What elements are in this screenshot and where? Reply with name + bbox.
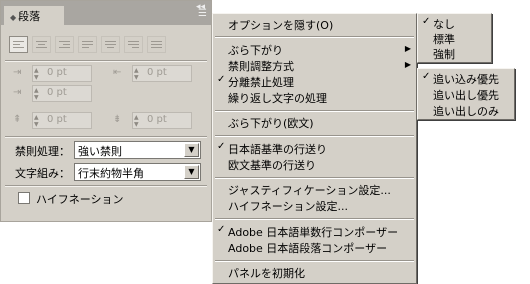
mojikumi-label: 文字組み： [15, 167, 70, 180]
check-icon: ✓ [217, 74, 226, 85]
menu-separator [215, 218, 414, 220]
space-before-value: 0 pt [47, 114, 67, 125]
right-indent-field[interactable]: ⇤ ▲ ▼ 0 pt [113, 65, 192, 82]
submenu-arrow-icon: ▶ [404, 44, 411, 53]
spinner-arrows-icon[interactable]: ▲ ▼ [34, 67, 39, 81]
mojikumi-value: 行末約物半角 [78, 167, 144, 180]
menu-item-kinsoku-method[interactable]: 禁則調整方式 ▶ [213, 57, 416, 74]
menu-item-roman-leading[interactable]: 欧文基準の行送り [213, 156, 416, 173]
justify-left-button[interactable] [78, 36, 97, 53]
panel-divider [5, 136, 207, 138]
check-icon: ✓ [217, 141, 226, 152]
justify-center-button[interactable] [101, 36, 120, 53]
space-before-field[interactable]: ⇞ ▲ ▼ 0 pt [13, 112, 92, 129]
composition-value: 強い禁則 [78, 145, 122, 158]
menu-item-oidashi-only[interactable]: 追い出しのみ [418, 102, 514, 119]
left-indent-field[interactable]: ⇥ ▲ ▼ 0 pt [13, 65, 92, 82]
menu-item-roman-hanging[interactable]: ぶら下がり(欧文) [213, 114, 416, 131]
panel-menu-icon[interactable]: ☰ [198, 8, 207, 19]
menu-item-repeat-char[interactable]: 繰り返し文字の処理 [213, 89, 416, 106]
menu-separator [215, 36, 414, 38]
hyphenation-checkbox[interactable] [18, 192, 30, 204]
diamond-icon: ◆ [10, 13, 17, 22]
menu-item-hide-options[interactable]: オプションを隠す(O) [213, 16, 416, 33]
panel-flyout-menu: オプションを隠す(O) ぶら下がり ▶ 禁則調整方式 ▶ ✓ 分離禁止処理 繰り… [212, 13, 417, 284]
menu-separator [215, 177, 414, 179]
menu-item-hyphenation[interactable]: ハイフネーション設定... [213, 197, 416, 214]
left-indent-icon: ⇥ [13, 67, 22, 78]
right-indent-value: 0 pt [147, 67, 167, 78]
tab-paragraph[interactable]: ◆ 段落 [4, 6, 64, 25]
check-icon: ✓ [217, 224, 226, 235]
menu-separator [215, 260, 414, 262]
align-center-button[interactable] [32, 36, 51, 53]
menu-item-force[interactable]: 強制 [418, 45, 491, 62]
paragraph-panel: ◆ 段落 ◂◂ ☰ ⇥ ▲ ▼ 0 pt ⇤ ▲ ▼ 0 pt ⇥ ▲ ▼ 0 pt ⇞… [0, 0, 212, 222]
check-icon: ✓ [422, 71, 431, 82]
spinner-arrows-icon[interactable]: ▲ ▼ [34, 114, 39, 128]
submenu-arrow-icon: ▶ [404, 60, 411, 69]
space-after-icon: ⇟ [113, 114, 122, 125]
tab-label: 段落 [18, 10, 41, 23]
justify-all-button[interactable] [147, 36, 166, 53]
menu-item-single-line-composer[interactable]: ✓ Adobe 日本語単数行コンポーザー [213, 223, 416, 240]
hanging-submenu: ✓ なし 標準 強制 [417, 13, 492, 63]
menu-separator [215, 135, 414, 137]
hyphenation-label: ハイフネーション [36, 193, 124, 206]
spinner-arrows-icon[interactable]: ▲ ▼ [134, 114, 139, 128]
panel-divider [5, 185, 207, 187]
right-indent-icon: ⇤ [113, 67, 122, 78]
menu-item-oidashi-priority[interactable]: 追い出し優先 [418, 86, 514, 103]
chevron-down-icon[interactable]: ▼ [184, 165, 199, 179]
composition-select[interactable]: 強い禁則 ▼ [74, 141, 201, 159]
check-icon: ✓ [422, 16, 431, 27]
space-after-field[interactable]: ⇟ ▲ ▼ 0 pt [113, 112, 192, 129]
panel-tab-bar: ◆ 段落 ◂◂ ☰ [1, 1, 211, 25]
menu-item-bunri-kinshi[interactable]: ✓ 分離禁止処理 [213, 73, 416, 90]
panel-divider [5, 60, 207, 62]
alignment-buttons [9, 36, 170, 56]
align-left-button[interactable] [9, 36, 28, 53]
chevron-down-icon[interactable]: ▼ [184, 143, 199, 157]
menu-separator [215, 110, 414, 112]
menu-item-oikomi[interactable]: ✓ 追い込み優先 [418, 70, 514, 87]
space-after-value: 0 pt [147, 114, 167, 125]
spinner-arrows-icon[interactable]: ▲ ▼ [34, 87, 39, 101]
mojikumi-select[interactable]: 行末約物半角 ▼ [74, 163, 201, 181]
kinsoku-method-submenu: ✓ 追い込み優先 追い出し優先 追い出しのみ [417, 68, 515, 120]
align-right-button[interactable] [55, 36, 74, 53]
first-line-indent-value: 0 pt [47, 87, 67, 98]
first-line-indent-field[interactable]: ⇥ ▲ ▼ 0 pt [13, 85, 92, 102]
menu-item-japanese-leading[interactable]: ✓ 日本語基準の行送り [213, 140, 416, 157]
composition-label: 禁則処理： [15, 145, 70, 158]
menu-item-hanging[interactable]: ぶら下がり ▶ [213, 41, 416, 58]
menu-item-paragraph-composer[interactable]: Adobe 日本語段落コンポーザー [213, 239, 416, 256]
spinner-arrows-icon[interactable]: ▲ ▼ [134, 67, 139, 81]
menu-item-justification[interactable]: ジャスティフィケーション設定... [213, 181, 416, 198]
justify-right-button[interactable] [124, 36, 143, 53]
first-line-indent-icon: ⇥ [13, 87, 22, 98]
menu-item-reset-panel[interactable]: パネルを初期化 [213, 264, 416, 281]
left-indent-value: 0 pt [47, 67, 67, 78]
space-before-icon: ⇞ [13, 114, 22, 125]
